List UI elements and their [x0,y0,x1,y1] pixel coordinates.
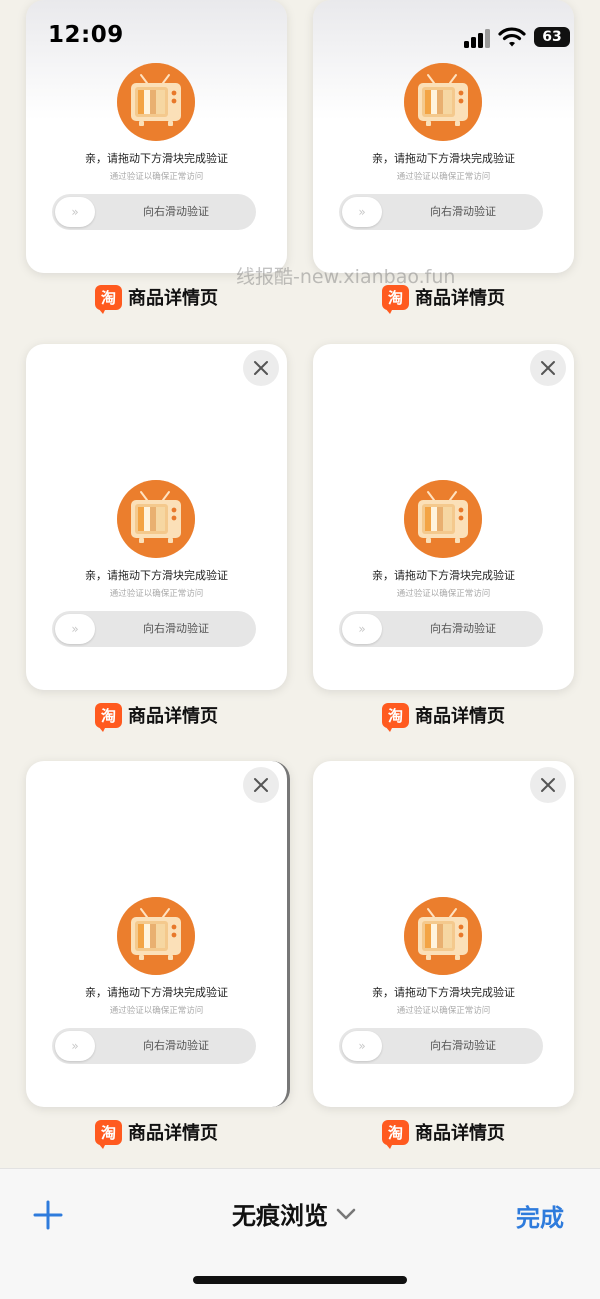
tv-icon [117,897,195,975]
tv-icon [404,897,482,975]
taobao-app-icon: 淘 [382,702,409,732]
tab-title: 商品详情页 [128,706,218,727]
browsing-mode-label: 无痕浏览 [232,1202,328,1230]
verify-slider[interactable]: » 向右滑动验证 [52,194,256,230]
taobao-app-icon: 淘 [95,284,122,314]
slider-handle-arrows-icon[interactable]: » [342,1031,382,1061]
verify-title: 亲，请拖动下方滑块完成验证 [85,152,228,165]
verify-subtitle: 通过验证以确保正常访问 [396,1006,491,1016]
verify-slider[interactable]: » 向右滑动验证 [339,611,543,647]
tab-title-row: 淘 商品详情页 [313,702,574,732]
verify-slider[interactable]: » 向右滑动验证 [339,1028,543,1064]
tab-title-row: 淘 商品详情页 [26,1119,287,1149]
slider-handle-arrows-icon[interactable]: » [342,197,382,227]
close-tab-button[interactable] [243,767,279,803]
status-bar: 12:09 63 [0,0,600,70]
tab-title-row: 淘 商品详情页 [313,1119,574,1149]
tab-title-row: 淘 商品详情页 [26,702,287,732]
tab-preview[interactable]: 亲，请拖动下方滑块完成验证 通过验证以确保正常访问 » 向右滑动验证 [313,761,574,1107]
close-tab-button[interactable] [530,350,566,386]
verify-subtitle: 通过验证以确保正常访问 [396,172,491,182]
tab-preview[interactable]: 亲，请拖动下方滑块完成验证 通过验证以确保正常访问 » 向右滑动验证 [313,344,574,690]
close-icon [254,361,268,375]
slider-handle-arrows-icon[interactable]: » [342,614,382,644]
tab-title: 商品详情页 [415,1123,505,1144]
done-button[interactable]: 完成 [516,1198,564,1233]
new-tab-plus-icon[interactable] [30,1197,66,1233]
tv-icon [117,480,195,558]
slider-label: 向右滑动验证 [430,205,496,218]
verify-subtitle: 通过验证以确保正常访问 [396,589,491,599]
verify-subtitle: 通过验证以确保正常访问 [109,172,204,182]
close-icon [541,778,555,792]
slider-label: 向右滑动验证 [143,205,209,218]
wifi-icon [498,27,526,47]
tv-icon [404,63,482,141]
battery-indicator: 63 [534,27,570,47]
browsing-mode-selector[interactable]: 无痕浏览 [232,1196,356,1231]
home-indicator [193,1276,407,1284]
close-icon [254,778,268,792]
slider-handle-arrows-icon[interactable]: » [55,197,95,227]
status-time: 12:09 [48,22,124,48]
slider-label: 向右滑动验证 [430,1039,496,1052]
taobao-app-icon: 淘 [95,1119,122,1149]
tab-preview[interactable]: 亲，请拖动下方滑块完成验证 通过验证以确保正常访问 » 向右滑动验证 [26,344,287,690]
slider-handle-arrows-icon[interactable]: » [55,614,95,644]
tab-title: 商品详情页 [415,706,505,727]
cellular-signal-icon [464,29,490,48]
tab-title: 商品详情页 [128,288,218,309]
verify-slider[interactable]: » 向右滑动验证 [52,1028,256,1064]
tv-icon [404,480,482,558]
tab-title: 商品详情页 [128,1123,218,1144]
slider-label: 向右滑动验证 [143,1039,209,1052]
chevron-down-icon [336,1208,356,1219]
verify-title: 亲，请拖动下方滑块完成验证 [85,986,228,999]
verify-title: 亲，请拖动下方滑块完成验证 [372,986,515,999]
verify-title: 亲，请拖动下方滑块完成验证 [372,152,515,165]
taobao-app-icon: 淘 [95,702,122,732]
slider-label: 向右滑动验证 [430,622,496,635]
taobao-app-icon: 淘 [382,1119,409,1149]
slider-handle-arrows-icon[interactable]: » [55,1031,95,1061]
tv-icon [117,63,195,141]
slider-label: 向右滑动验证 [143,622,209,635]
close-icon [541,361,555,375]
close-tab-button[interactable] [530,767,566,803]
tab-preview[interactable]: 亲，请拖动下方滑块完成验证 通过验证以确保正常访问 » 向右滑动验证 [26,761,290,1107]
watermark: 线报酷-new.xianbao.fun [236,266,456,288]
close-tab-button[interactable] [243,350,279,386]
verify-slider[interactable]: » 向右滑动验证 [339,194,543,230]
verify-slider[interactable]: » 向右滑动验证 [52,611,256,647]
verify-subtitle: 通过验证以确保正常访问 [109,1006,204,1016]
verify-title: 亲，请拖动下方滑块完成验证 [372,569,515,582]
verify-title: 亲，请拖动下方滑块完成验证 [85,569,228,582]
verify-subtitle: 通过验证以确保正常访问 [109,589,204,599]
